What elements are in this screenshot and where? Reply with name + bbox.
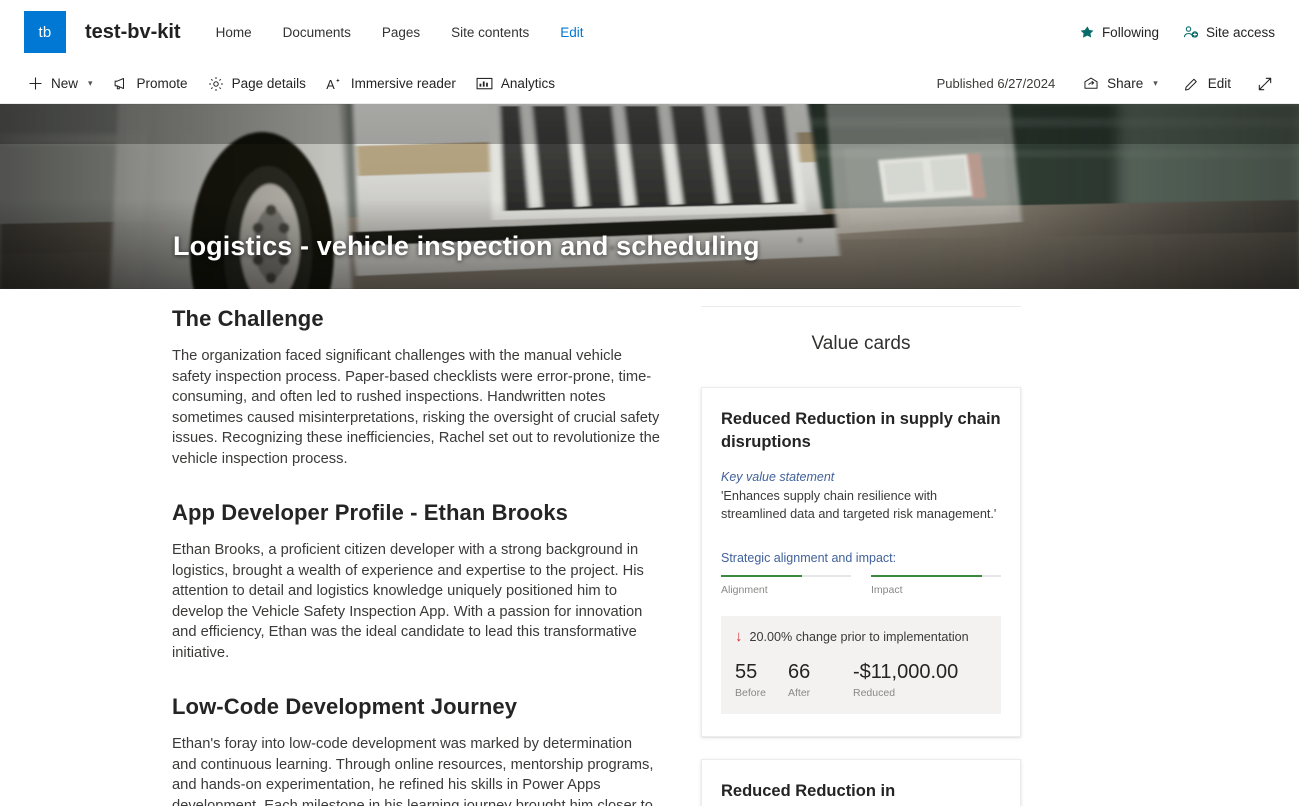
page-body: The Challenge The organization faced sig…: [0, 289, 1299, 806]
key-value-statement-label: Key value statement: [721, 470, 835, 484]
metric-reduced-label: Reduced: [853, 687, 896, 699]
section-heading: App Developer Profile - Ethan Brooks: [172, 500, 569, 525]
impact-bar-fill: [871, 575, 982, 577]
section-paragraph: The organization faced significant chall…: [172, 348, 660, 467]
section-heading: The Challenge: [172, 306, 324, 331]
metric-after-label: After: [788, 687, 811, 699]
command-bar: New ▾ Promote Page details A Immersive r…: [0, 64, 1299, 104]
edit-button[interactable]: Edit: [1174, 71, 1241, 97]
published-status: Published 6/27/2024: [936, 76, 1056, 91]
nav-item-documents[interactable]: Documents: [282, 21, 352, 44]
new-label: New: [51, 76, 79, 91]
section-the-challenge: The Challenge The organization faced sig…: [172, 306, 660, 469]
alignment-bar-fill: [721, 575, 802, 577]
chevron-down-icon: ▾: [88, 78, 93, 88]
plus-icon: [28, 76, 43, 91]
site-logo[interactable]: tb: [24, 11, 66, 53]
impact-meter: Impact: [871, 575, 1001, 596]
promote-label: Promote: [136, 76, 188, 91]
value-card[interactable]: Reduced Reduction in supply chain disrup…: [701, 387, 1021, 737]
main-content-column: The Challenge The organization faced sig…: [0, 306, 680, 806]
megaphone-icon: [113, 76, 129, 91]
metric-after: 66 After: [788, 661, 853, 699]
expand-diagonal-icon: [1257, 76, 1273, 92]
alignment-meter: Alignment: [721, 575, 851, 596]
nav-item-site-contents[interactable]: Site contents: [450, 21, 530, 44]
bar-chart-icon: [476, 76, 493, 91]
site-navigation: Home Documents Pages Site contents Edit: [215, 21, 585, 44]
metric-reduced-value: -$11,000.00: [853, 661, 959, 683]
sidebar-divider: [701, 306, 1021, 307]
arrow-down-icon: ↓: [735, 628, 743, 645]
following-label: Following: [1101, 24, 1159, 40]
change-text: 20.00% change prior to implementation: [749, 629, 969, 644]
impact-bar-track: [871, 575, 1001, 577]
sidebar-heading: Value cards: [811, 333, 911, 354]
value-card-title: Reduced Reduction in supply chain disrup…: [721, 410, 1001, 451]
svg-text:A: A: [326, 77, 335, 92]
metric-before-label: Before: [735, 687, 766, 699]
share-icon: [1083, 76, 1099, 91]
share-label: Share: [1107, 76, 1144, 91]
promote-button[interactable]: Promote: [103, 71, 198, 96]
alignment-bar-track: [721, 575, 851, 577]
key-value-statement-text: 'Enhances supply chain resilience with s…: [721, 489, 997, 521]
change-indicator: ↓ 20.00% change prior to implementation: [735, 629, 987, 644]
immersive-reader-button[interactable]: A Immersive reader: [316, 71, 466, 97]
alignment-caption: Alignment: [721, 584, 768, 596]
gear-icon: [208, 76, 224, 92]
following-button[interactable]: Following: [1080, 25, 1159, 40]
immersive-reader-icon: A: [326, 76, 343, 92]
section-heading: Low-Code Development Journey: [172, 694, 518, 719]
immersive-reader-label: Immersive reader: [350, 76, 456, 91]
analytics-button[interactable]: Analytics: [466, 71, 565, 96]
hero-title: Logistics - vehicle inspection and sched…: [173, 231, 760, 261]
site-access-label: Site access: [1205, 24, 1275, 40]
metrics-panel: ↓ 20.00% change prior to implementation …: [721, 616, 1001, 714]
new-button[interactable]: New ▾: [28, 71, 103, 96]
nav-item-home[interactable]: Home: [215, 21, 253, 44]
analytics-label: Analytics: [500, 76, 555, 91]
strategic-bars: Alignment Impact: [721, 575, 1001, 596]
metric-after-value: 66: [788, 661, 811, 683]
section-paragraph: Ethan's foray into low-code development …: [172, 736, 654, 806]
chevron-down-icon: ▾: [1153, 78, 1158, 88]
star-icon: [1080, 25, 1095, 40]
edit-label: Edit: [1207, 76, 1231, 91]
expand-button[interactable]: [1247, 71, 1283, 97]
page-details-button[interactable]: Page details: [198, 71, 316, 97]
section-app-developer-profile: App Developer Profile - Ethan Brooks Eth…: [172, 500, 660, 663]
value-card[interactable]: Reduced Reduction in transportation cost…: [701, 759, 1021, 806]
value-card-title: Reduced Reduction in transportation cost…: [721, 782, 896, 806]
metric-before: 55 Before: [735, 661, 788, 699]
site-access-button[interactable]: Site access: [1183, 25, 1275, 40]
pencil-icon: [1184, 76, 1200, 92]
section-paragraph: Ethan Brooks, a proficient citizen devel…: [172, 542, 644, 661]
share-button[interactable]: Share ▾: [1073, 71, 1168, 96]
site-title[interactable]: test-bv-kit: [85, 21, 181, 44]
nav-item-edit[interactable]: Edit: [559, 21, 584, 44]
site-header: tb test-bv-kit Home Documents Pages Site…: [0, 0, 1299, 64]
site-logo-text: tb: [38, 23, 52, 41]
hero-banner: Logistics - vehicle inspection and sched…: [0, 104, 1299, 289]
command-bar-right: Published 6/27/2024 Share ▾ Edit: [937, 71, 1283, 97]
section-low-code-journey: Low-Code Development Journey Ethan's for…: [172, 694, 660, 806]
sidebar-column: Value cards Reduced Reduction in supply …: [701, 306, 1021, 806]
metric-reduced: -$11,000.00 Reduced: [853, 661, 987, 699]
page-details-label: Page details: [231, 76, 306, 91]
people-icon: [1183, 25, 1199, 40]
header-actions: Following Site access: [1080, 25, 1283, 40]
metric-row: 55 Before 66 After -$11,000.00 Reduced: [735, 661, 987, 699]
nav-item-pages[interactable]: Pages: [381, 21, 421, 44]
impact-caption: Impact: [871, 584, 903, 596]
strategic-alignment-label: Strategic alignment and impact:: [721, 551, 897, 565]
metric-before-value: 55: [735, 661, 758, 683]
